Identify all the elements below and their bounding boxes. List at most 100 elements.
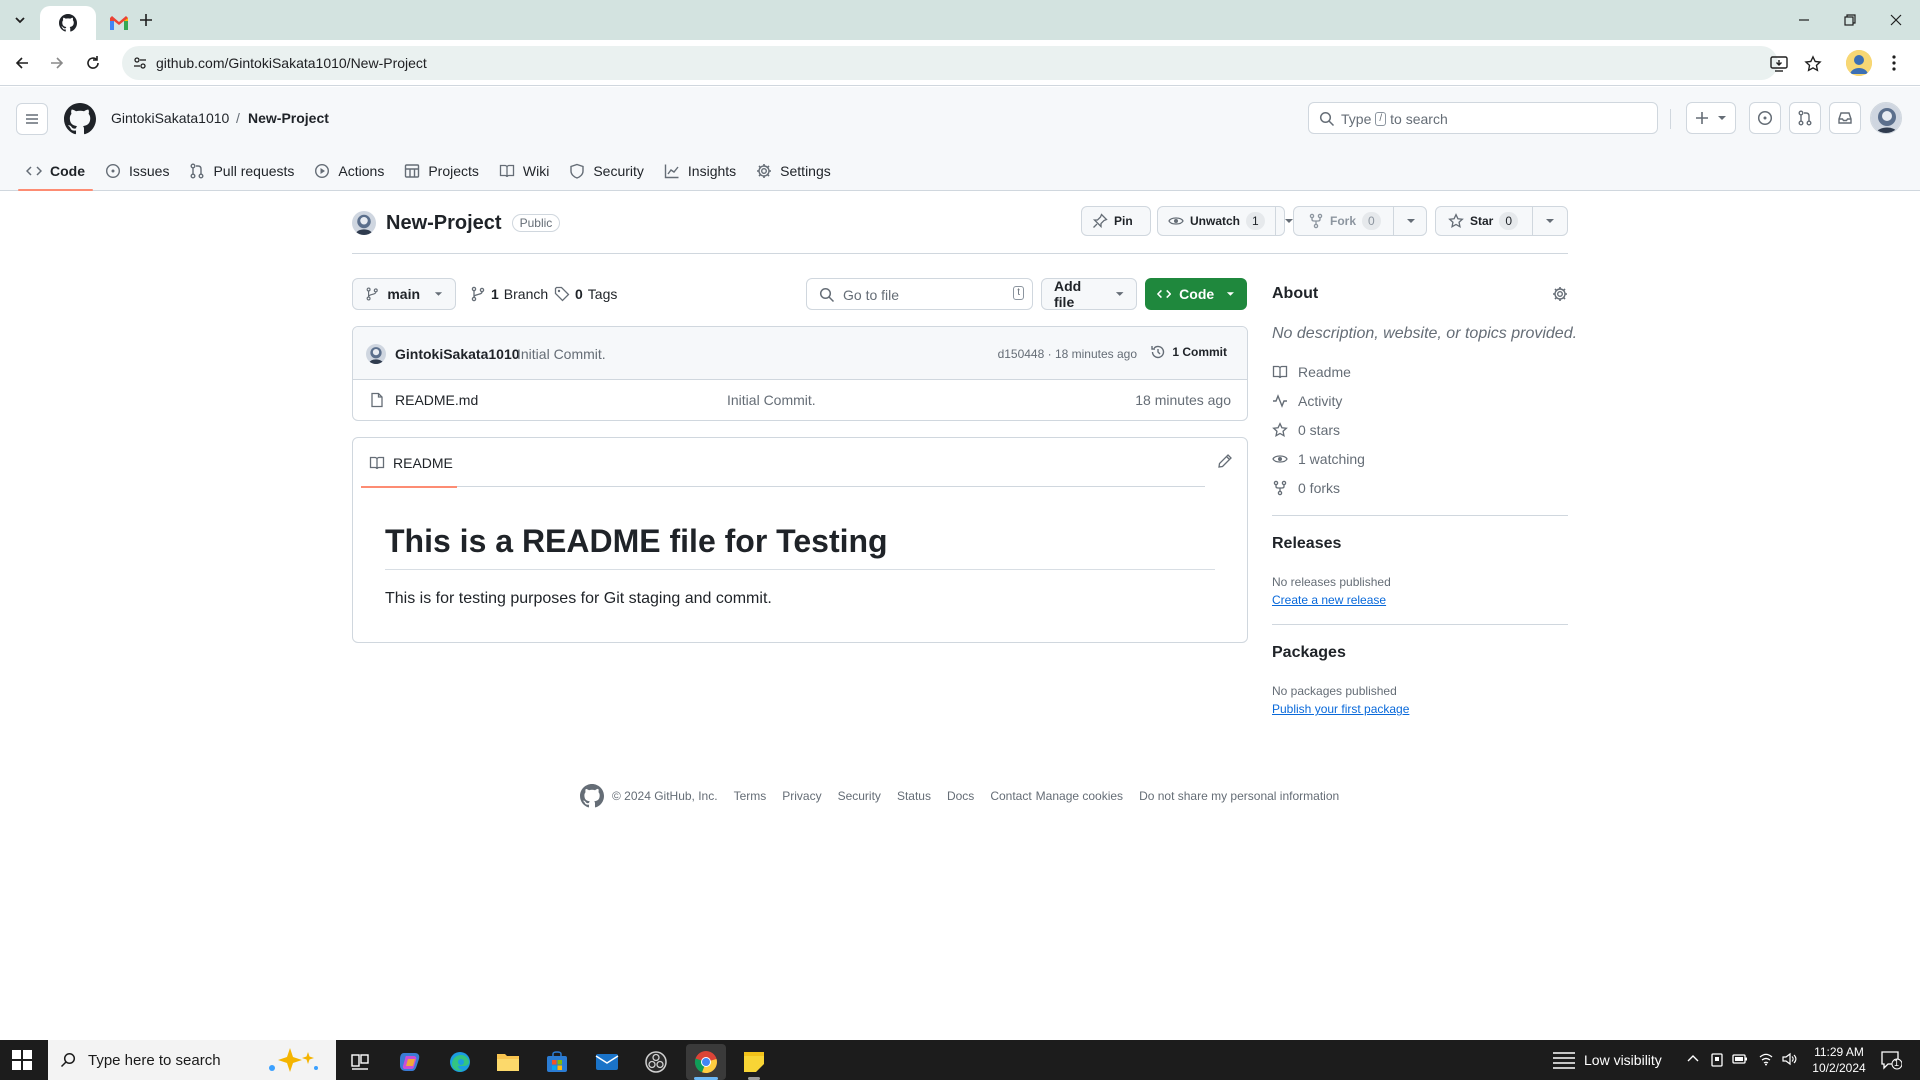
footer-link-security[interactable]: Security (838, 789, 881, 803)
tab-projects[interactable]: Projects (394, 151, 489, 191)
github-mark-icon[interactable] (580, 784, 604, 808)
tab-wiki[interactable]: Wiki (489, 151, 559, 191)
user-avatar[interactable] (1870, 102, 1902, 134)
microsoft-store-app[interactable] (537, 1044, 577, 1080)
battery-icon[interactable] (1732, 1052, 1748, 1066)
tab-insights[interactable]: Insights (654, 151, 746, 191)
footer-link-privacy[interactable]: Privacy (782, 789, 821, 803)
file-commit-message[interactable]: Initial Commit. (727, 392, 816, 408)
branch-selector[interactable]: main (352, 278, 456, 310)
commit-history-link[interactable]: 1 Commit (1150, 344, 1227, 360)
start-button[interactable] (12, 1050, 32, 1070)
watchers-link[interactable]: 1 watching (1272, 451, 1365, 467)
weather-widget[interactable]: Low visibility (1552, 1050, 1662, 1070)
readme-link[interactable]: Readme (1272, 364, 1351, 380)
forks-link[interactable]: 0 forks (1272, 480, 1340, 496)
footer-link-terms[interactable]: Terms (734, 789, 767, 803)
install-app-icon[interactable] (1768, 53, 1790, 75)
tab-issues[interactable]: Issues (95, 151, 179, 191)
tab-actions[interactable]: Actions (304, 151, 394, 191)
tab-pull-requests[interactable]: Pull requests (179, 151, 304, 191)
file-row[interactable]: README.md Initial Commit. 18 minutes ago (353, 380, 1247, 420)
tab-settings[interactable]: Settings (746, 151, 841, 191)
github-logo[interactable] (64, 103, 96, 135)
restore-button[interactable] (1838, 8, 1862, 32)
site-info-icon[interactable] (130, 53, 150, 73)
breadcrumb-owner[interactable]: GintokiSakata1010 (111, 110, 229, 126)
commit-message[interactable]: Initial Commit. (517, 346, 606, 362)
star-button[interactable]: Star 0 (1435, 206, 1568, 236)
readme-tab[interactable]: README (361, 438, 457, 488)
chrome-app[interactable] (686, 1044, 726, 1080)
plus-icon (140, 14, 152, 26)
create-release-link[interactable]: Create a new release (1272, 593, 1386, 607)
file-explorer-app[interactable] (488, 1044, 528, 1080)
star-dropdown[interactable] (1532, 207, 1567, 235)
browser-tab-github[interactable] (40, 6, 96, 40)
add-file-button[interactable]: Add file (1041, 278, 1137, 310)
triangle-down-icon (1718, 116, 1726, 120)
back-button[interactable] (9, 50, 35, 76)
minimize-button[interactable] (1792, 8, 1816, 32)
footer-link-contact[interactable]: Contact (990, 789, 1031, 803)
footer-link-do-not-share[interactable]: Do not share my personal information (1139, 789, 1339, 803)
close-window-button[interactable] (1884, 8, 1908, 32)
reload-button[interactable] (80, 50, 106, 76)
tab-security[interactable]: Security (559, 151, 654, 191)
commit-author-avatar[interactable] (366, 344, 386, 364)
inbox-button[interactable] (1829, 102, 1861, 134)
watch-button[interactable]: Unwatch 1 (1157, 206, 1293, 236)
sticky-notes-app[interactable] (734, 1044, 774, 1080)
footer-link-docs[interactable]: Docs (947, 789, 974, 803)
bookmark-star-icon[interactable] (1802, 53, 1824, 75)
readme-tab-label: README (393, 454, 453, 471)
go-to-file-input[interactable]: Go to file t (806, 278, 1033, 310)
copilot-app[interactable] (390, 1044, 430, 1080)
fork-button[interactable]: Fork 0 (1293, 206, 1427, 236)
pull-requests-button[interactable] (1789, 102, 1821, 134)
notification-center-button[interactable]: 1 (1880, 1050, 1902, 1070)
edit-about-button[interactable] (1552, 286, 1568, 302)
activity-link[interactable]: Activity (1272, 393, 1342, 409)
code-button[interactable]: Code (1145, 278, 1247, 310)
tag-icon (554, 286, 570, 302)
commit-hash-time[interactable]: d150448 · 18 minutes ago (998, 347, 1137, 361)
volume-icon[interactable] (1782, 1052, 1798, 1066)
repo-name[interactable]: New-Project (386, 212, 502, 235)
pin-button[interactable]: Pin (1081, 206, 1151, 236)
edit-readme-button[interactable] (1217, 453, 1233, 469)
footer-link-status[interactable]: Status (897, 789, 931, 803)
mail-app[interactable] (587, 1044, 627, 1080)
task-view-button[interactable] (340, 1044, 380, 1080)
issues-button[interactable] (1749, 102, 1781, 134)
commit-author[interactable]: GintokiSakata1010 (395, 346, 520, 362)
stars-link[interactable]: 0 stars (1272, 422, 1340, 438)
fork-dropdown[interactable] (1392, 207, 1428, 235)
packages-title[interactable]: Packages (1272, 644, 1346, 662)
branches-link[interactable]: 1 Branch (470, 286, 548, 302)
tab-search-button[interactable] (8, 8, 32, 32)
browser-menu-button[interactable] (1884, 50, 1904, 76)
file-name[interactable]: README.md (395, 392, 478, 408)
tab-code[interactable]: Code (16, 151, 95, 191)
address-bar[interactable]: github.com/GintokiSakata1010/New-Project (122, 46, 1822, 80)
obs-app[interactable] (636, 1044, 676, 1080)
publish-package-link[interactable]: Publish your first package (1272, 702, 1409, 716)
system-clock[interactable]: 11:29 AM 10/2/2024 (1804, 1044, 1874, 1076)
new-tab-button[interactable] (134, 8, 158, 32)
forward-button[interactable] (44, 50, 70, 76)
edge-app[interactable] (440, 1044, 480, 1080)
wifi-icon[interactable] (1758, 1052, 1774, 1066)
open-global-nav-button[interactable] (16, 103, 48, 135)
create-new-button[interactable] (1686, 102, 1736, 134)
releases-title[interactable]: Releases (1272, 535, 1341, 553)
global-search-input[interactable]: Type / to search (1308, 102, 1658, 134)
breadcrumb-repo[interactable]: New-Project (248, 110, 329, 126)
tray-app-icon[interactable] (1710, 1052, 1724, 1068)
taskbar-search-box[interactable]: Type here to search (48, 1040, 336, 1080)
owner-avatar[interactable] (352, 211, 376, 235)
footer-link-manage-cookies[interactable]: Manage cookies (1036, 789, 1123, 803)
browser-profile-avatar[interactable] (1846, 50, 1872, 76)
tags-link[interactable]: 0 Tags (554, 286, 617, 302)
show-hidden-icons-button[interactable] (1686, 1052, 1700, 1066)
